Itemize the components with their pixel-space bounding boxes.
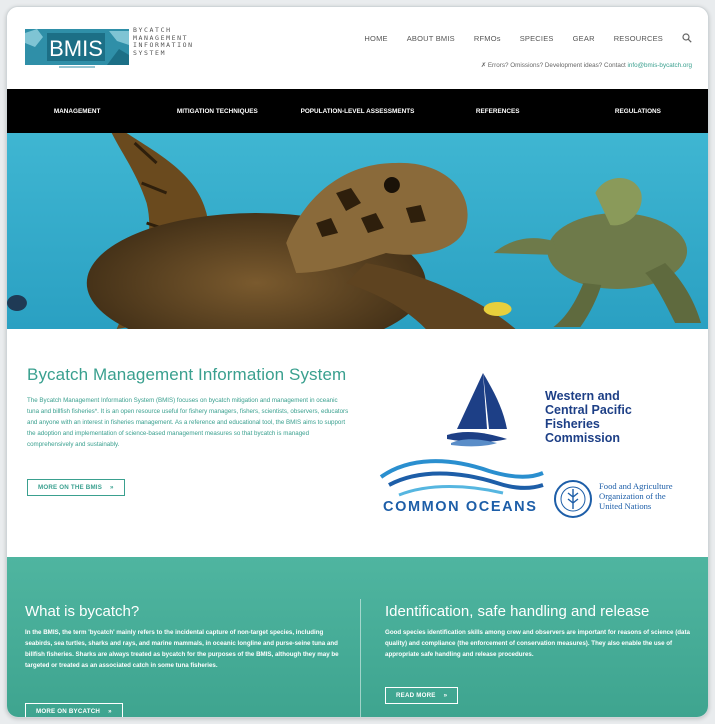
chevron-right-icon: » (108, 708, 112, 715)
wcpfc-name: Western and Central Pacific Fisheries Co… (545, 389, 632, 445)
wcpfc-logo[interactable] (447, 373, 519, 455)
mainnav-management[interactable]: MANAGEMENT (7, 89, 147, 133)
nav-home[interactable]: HOME (364, 34, 387, 43)
more-on-bmis-button[interactable]: MORE ON THE BMIS » (27, 479, 125, 496)
search-icon[interactable] (682, 33, 692, 43)
mainnav-mitigation-techniques[interactable]: MITIGATION TECHNIQUES (147, 89, 287, 133)
top-navigation: HOME ABOUT BMIS RFMOs SPECIES GEAR RESOU… (364, 33, 692, 43)
nav-about-bmis[interactable]: ABOUT BMIS (407, 34, 455, 43)
read-more-label: READ MORE (396, 692, 436, 699)
fao-name: Food and Agriculture Organization of the… (599, 481, 673, 511)
bmis-logo[interactable]: BMIS (25, 25, 129, 69)
mainnav-population-level-assessments[interactable]: POPULATION-LEVEL ASSESSMENTS (287, 89, 427, 133)
common-oceans-logo[interactable] (379, 457, 545, 499)
mainnav-regulations[interactable]: REGULATIONS (568, 89, 708, 133)
identification-title: Identification, safe handling and releas… (385, 603, 650, 620)
main-navigation: MANAGEMENT MITIGATION TECHNIQUES POPULAT… (7, 89, 708, 133)
nav-rfmos[interactable]: RFMOs (474, 34, 501, 43)
intro-description: The Bycatch Management Information Syste… (27, 397, 349, 448)
read-more-button[interactable]: READ MORE » (385, 687, 459, 704)
chevron-right-icon: » (110, 484, 114, 491)
contact-prefix: ✗ Errors? Omissions? Development ideas? … (480, 62, 626, 69)
fao-logo[interactable] (553, 479, 593, 519)
logo-wordmark: BMIS (49, 36, 103, 61)
chevron-right-icon: » (443, 692, 448, 699)
more-on-bycatch-button[interactable]: MORE ON BYCATCH » (25, 703, 123, 717)
nav-resources[interactable]: RESOURCES (614, 34, 663, 43)
page-frame: BMIS BYCATCH MANAGEMENT INFORMATION SYST… (6, 6, 709, 718)
more-on-bycatch-label: MORE ON BYCATCH (36, 708, 101, 715)
info-band: What is bycatch? In the BMIS, the term '… (7, 557, 708, 717)
intro-section: Bycatch Management Information System Th… (7, 329, 708, 557)
contact-line: ✗ Errors? Omissions? Development ideas? … (481, 62, 692, 69)
hero-sea-turtle-image (7, 133, 708, 329)
nav-gear[interactable]: GEAR (573, 34, 595, 43)
more-on-bmis-label: MORE ON THE BMIS (38, 484, 103, 491)
logo-tagline: BYCATCH MANAGEMENT INFORMATION SYSTEM (133, 26, 194, 57)
contact-email-link[interactable]: info@bmis-bycatch.org (628, 62, 693, 69)
intro-title: Bycatch Management Information System (27, 365, 347, 384)
site-header: BMIS BYCATCH MANAGEMENT INFORMATION SYST… (7, 7, 708, 89)
column-divider (360, 599, 361, 717)
mainnav-references[interactable]: REFERENCES (428, 89, 568, 133)
identification-text: Good species identification skills among… (385, 629, 690, 658)
common-oceans-name: COMMON OCEANS (383, 499, 538, 515)
what-is-bycatch-title: What is bycatch? (25, 603, 140, 620)
what-is-bycatch-text: In the BMIS, the term 'bycatch' mainly r… (25, 629, 339, 669)
nav-species[interactable]: SPECIES (520, 34, 554, 43)
